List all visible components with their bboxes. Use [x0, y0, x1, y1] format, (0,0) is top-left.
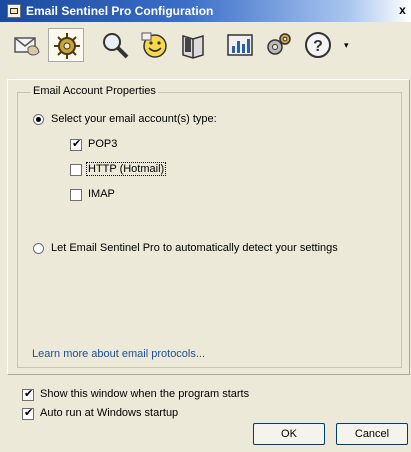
- group-title: Email Account Properties: [31, 85, 158, 97]
- toolbar-button-chart[interactable]: [222, 28, 258, 62]
- toolbar-button-book[interactable]: [175, 28, 211, 62]
- radio-auto-detect-label[interactable]: Let Email Sentinel Pro to automatically …: [51, 242, 338, 254]
- toolbar-button-gear[interactable]: [48, 28, 84, 62]
- radio-auto-detect[interactable]: [33, 243, 44, 254]
- checkbox-imap[interactable]: [70, 189, 82, 201]
- checkbox-auto-run-label[interactable]: Auto run at Windows startup: [40, 407, 178, 419]
- checkbox-imap-label[interactable]: IMAP: [88, 188, 115, 200]
- toolbar-button-smiley[interactable]: [136, 28, 172, 62]
- help-icon: ?: [305, 32, 331, 58]
- checkbox-http-label[interactable]: HTTP (Hotmail): [86, 162, 167, 176]
- toolbar-button-help[interactable]: ?: [300, 28, 336, 62]
- radio-select-type-label[interactable]: Select your email account(s) type:: [51, 113, 217, 125]
- cancel-button[interactable]: Cancel: [336, 423, 408, 445]
- window-title: Email Sentinel Pro Configuration: [26, 4, 214, 18]
- title-bar: Email Sentinel Pro Configuration x: [0, 0, 411, 22]
- checkbox-http[interactable]: [70, 164, 82, 176]
- svg-text:?: ?: [313, 38, 323, 55]
- close-button[interactable]: x: [396, 3, 409, 18]
- gear-sparkle-icon: [54, 33, 80, 59]
- chart-icon: [227, 34, 253, 56]
- magnifier-icon: [103, 33, 129, 59]
- email-account-properties-group: [17, 92, 402, 368]
- checkbox-auto-run[interactable]: [22, 406, 34, 420]
- checkbox-pop3[interactable]: [70, 137, 82, 151]
- toolbar-button-settings[interactable]: [261, 28, 297, 62]
- checkbox-show-window[interactable]: [22, 387, 34, 401]
- radio-select-type[interactable]: [33, 114, 44, 125]
- toolbar-dropdown-arrow[interactable]: ▾: [344, 40, 354, 50]
- smiley-icon: [141, 32, 167, 58]
- book-icon: [182, 34, 204, 59]
- toolbar: ? ▾: [0, 22, 411, 76]
- app-icon: [7, 4, 21, 18]
- learn-more-link[interactable]: Learn more about email protocols...: [32, 348, 205, 360]
- checkbox-pop3-label[interactable]: POP3: [88, 138, 117, 150]
- toolbar-button-search[interactable]: [97, 28, 133, 62]
- settings-gears-icon: [267, 33, 291, 55]
- toolbar-button-email[interactable]: [9, 28, 45, 62]
- checkbox-show-window-label[interactable]: Show this window when the program starts: [40, 388, 249, 400]
- email-hand-icon: [14, 37, 40, 56]
- ok-button[interactable]: OK: [253, 423, 325, 445]
